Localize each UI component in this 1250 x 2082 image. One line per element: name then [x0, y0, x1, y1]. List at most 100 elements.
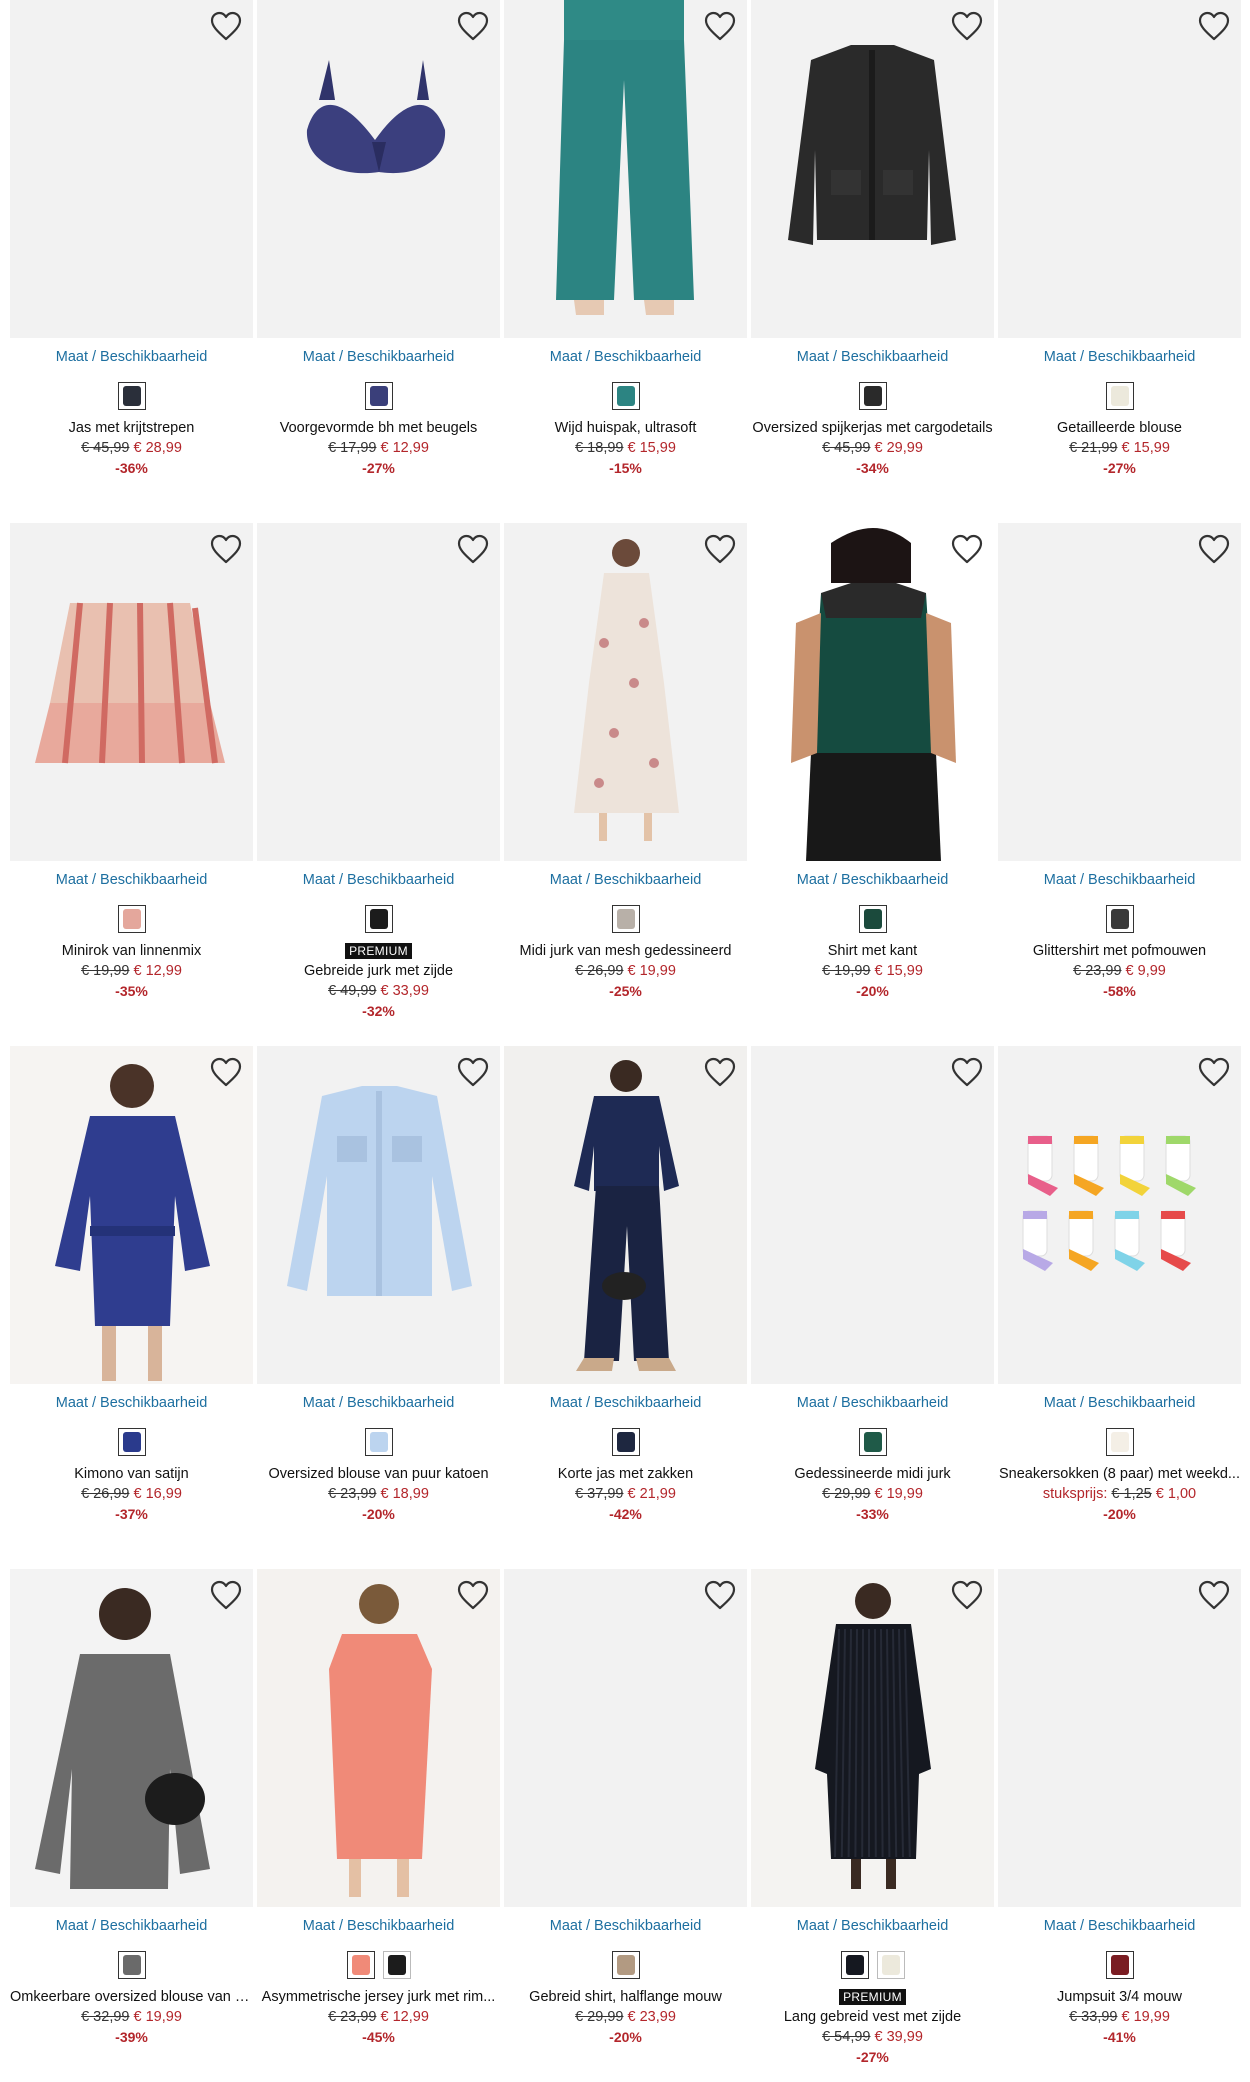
size-availability-link[interactable]: Maat / Beschikbaarheid — [504, 349, 747, 365]
size-availability-link[interactable]: Maat / Beschikbaarheid — [998, 1395, 1241, 1411]
product-name[interactable]: Sneakersokken (8 paar) met weekd... — [998, 1464, 1241, 1484]
product-name[interactable]: Omkeerbare oversized blouse van v... — [10, 1987, 253, 2007]
wishlist-heart-icon[interactable] — [209, 533, 243, 565]
wishlist-heart-icon[interactable] — [950, 10, 984, 42]
wishlist-heart-icon[interactable] — [950, 1056, 984, 1088]
product-image[interactable] — [257, 0, 500, 338]
product-name[interactable]: Oversized spijkerjas met cargodetails — [751, 418, 994, 438]
color-swatch[interactable] — [611, 905, 640, 933]
color-swatch[interactable] — [1105, 382, 1134, 410]
color-swatch[interactable] — [858, 1428, 887, 1456]
product-name[interactable]: Kimono van satijn — [10, 1464, 253, 1484]
product-image[interactable] — [504, 0, 747, 338]
product-name[interactable]: Oversized blouse van puur katoen — [257, 1464, 500, 1484]
color-swatch[interactable] — [858, 905, 887, 933]
wishlist-heart-icon[interactable] — [703, 1056, 737, 1088]
product-image[interactable] — [504, 1046, 747, 1384]
size-availability-link[interactable]: Maat / Beschikbaarheid — [10, 872, 253, 888]
color-swatch[interactable] — [1105, 1951, 1134, 1979]
color-swatch[interactable] — [611, 1951, 640, 1979]
color-swatch[interactable] — [364, 905, 393, 933]
product-name[interactable]: Gebreide jurk met zijde — [257, 961, 500, 981]
product-name[interactable]: Lang gebreid vest met zijde — [751, 2007, 994, 2027]
wishlist-heart-icon[interactable] — [1197, 1056, 1231, 1088]
wishlist-heart-icon[interactable] — [456, 1056, 490, 1088]
wishlist-heart-icon[interactable] — [1197, 10, 1231, 42]
product-image[interactable] — [257, 1569, 500, 1907]
color-swatch[interactable] — [858, 382, 887, 410]
wishlist-heart-icon[interactable] — [1197, 533, 1231, 565]
product-name[interactable]: Jas met krijtstrepen — [10, 418, 253, 438]
wishlist-heart-icon[interactable] — [456, 533, 490, 565]
wishlist-heart-icon[interactable] — [456, 1579, 490, 1611]
wishlist-heart-icon[interactable] — [209, 1056, 243, 1088]
color-swatch[interactable] — [364, 382, 393, 410]
size-availability-link[interactable]: Maat / Beschikbaarheid — [257, 1918, 500, 1934]
size-availability-link[interactable]: Maat / Beschikbaarheid — [751, 872, 994, 888]
color-swatch[interactable] — [611, 1428, 640, 1456]
product-name[interactable]: Getailleerde blouse — [998, 418, 1241, 438]
size-availability-link[interactable]: Maat / Beschikbaarheid — [751, 1395, 994, 1411]
color-swatch[interactable] — [364, 1428, 393, 1456]
product-image[interactable] — [751, 1046, 994, 1384]
size-availability-link[interactable]: Maat / Beschikbaarheid — [998, 872, 1241, 888]
product-name[interactable]: Gedessineerde midi jurk — [751, 1464, 994, 1484]
wishlist-heart-icon[interactable] — [456, 10, 490, 42]
wishlist-heart-icon[interactable] — [950, 533, 984, 565]
size-availability-link[interactable]: Maat / Beschikbaarheid — [10, 349, 253, 365]
wishlist-heart-icon[interactable] — [209, 10, 243, 42]
product-image[interactable] — [751, 0, 994, 338]
product-image[interactable] — [10, 1569, 253, 1907]
size-availability-link[interactable]: Maat / Beschikbaarheid — [998, 1918, 1241, 1934]
product-image[interactable] — [10, 523, 253, 861]
product-image[interactable] — [257, 1046, 500, 1384]
size-availability-link[interactable]: Maat / Beschikbaarheid — [257, 872, 500, 888]
size-availability-link[interactable]: Maat / Beschikbaarheid — [998, 349, 1241, 365]
wishlist-heart-icon[interactable] — [703, 533, 737, 565]
color-swatch[interactable] — [346, 1951, 375, 1979]
color-swatch[interactable] — [117, 1428, 146, 1456]
size-availability-link[interactable]: Maat / Beschikbaarheid — [257, 349, 500, 365]
product-name[interactable]: Asymmetrische jersey jurk met rim... — [257, 1987, 500, 2007]
wishlist-heart-icon[interactable] — [1197, 1579, 1231, 1611]
wishlist-heart-icon[interactable] — [950, 1579, 984, 1611]
wishlist-heart-icon[interactable] — [703, 1579, 737, 1611]
color-swatch[interactable] — [382, 1951, 411, 1979]
color-swatch[interactable] — [1105, 1428, 1134, 1456]
product-image[interactable] — [504, 523, 747, 861]
product-image[interactable] — [998, 0, 1241, 338]
product-image[interactable] — [998, 1569, 1241, 1907]
color-swatch[interactable] — [1105, 905, 1134, 933]
size-availability-link[interactable]: Maat / Beschikbaarheid — [751, 349, 994, 365]
color-swatch[interactable] — [117, 1951, 146, 1979]
product-name[interactable]: Shirt met kant — [751, 941, 994, 961]
wishlist-heart-icon[interactable] — [703, 10, 737, 42]
product-image[interactable] — [10, 1046, 253, 1384]
product-name[interactable]: Gebreid shirt, halflange mouw — [504, 1987, 747, 2007]
product-image[interactable] — [998, 1046, 1241, 1384]
size-availability-link[interactable]: Maat / Beschikbaarheid — [751, 1918, 994, 1934]
color-swatch[interactable] — [117, 905, 146, 933]
size-availability-link[interactable]: Maat / Beschikbaarheid — [257, 1395, 500, 1411]
product-name[interactable]: Jumpsuit 3/4 mouw — [998, 1987, 1241, 2007]
size-availability-link[interactable]: Maat / Beschikbaarheid — [504, 1395, 747, 1411]
product-image[interactable] — [998, 523, 1241, 861]
product-name[interactable]: Midi jurk van mesh gedessineerd — [504, 941, 747, 961]
product-image[interactable] — [751, 1569, 994, 1907]
size-availability-link[interactable]: Maat / Beschikbaarheid — [10, 1918, 253, 1934]
size-availability-link[interactable]: Maat / Beschikbaarheid — [504, 872, 747, 888]
color-swatch[interactable] — [611, 382, 640, 410]
color-swatch[interactable] — [876, 1951, 905, 1979]
size-availability-link[interactable]: Maat / Beschikbaarheid — [504, 1918, 747, 1934]
product-image[interactable] — [257, 523, 500, 861]
color-swatch[interactable] — [117, 382, 146, 410]
color-swatch[interactable] — [840, 1951, 869, 1979]
product-name[interactable]: Minirok van linnenmix — [10, 941, 253, 961]
size-availability-link[interactable]: Maat / Beschikbaarheid — [10, 1395, 253, 1411]
product-name[interactable]: Glittershirt met pofmouwen — [998, 941, 1241, 961]
product-name[interactable]: Korte jas met zakken — [504, 1464, 747, 1484]
product-image[interactable] — [504, 1569, 747, 1907]
wishlist-heart-icon[interactable] — [209, 1579, 243, 1611]
product-name[interactable]: Voorgevormde bh met beugels — [257, 418, 500, 438]
product-name[interactable]: Wijd huispak, ultrasoft — [504, 418, 747, 438]
